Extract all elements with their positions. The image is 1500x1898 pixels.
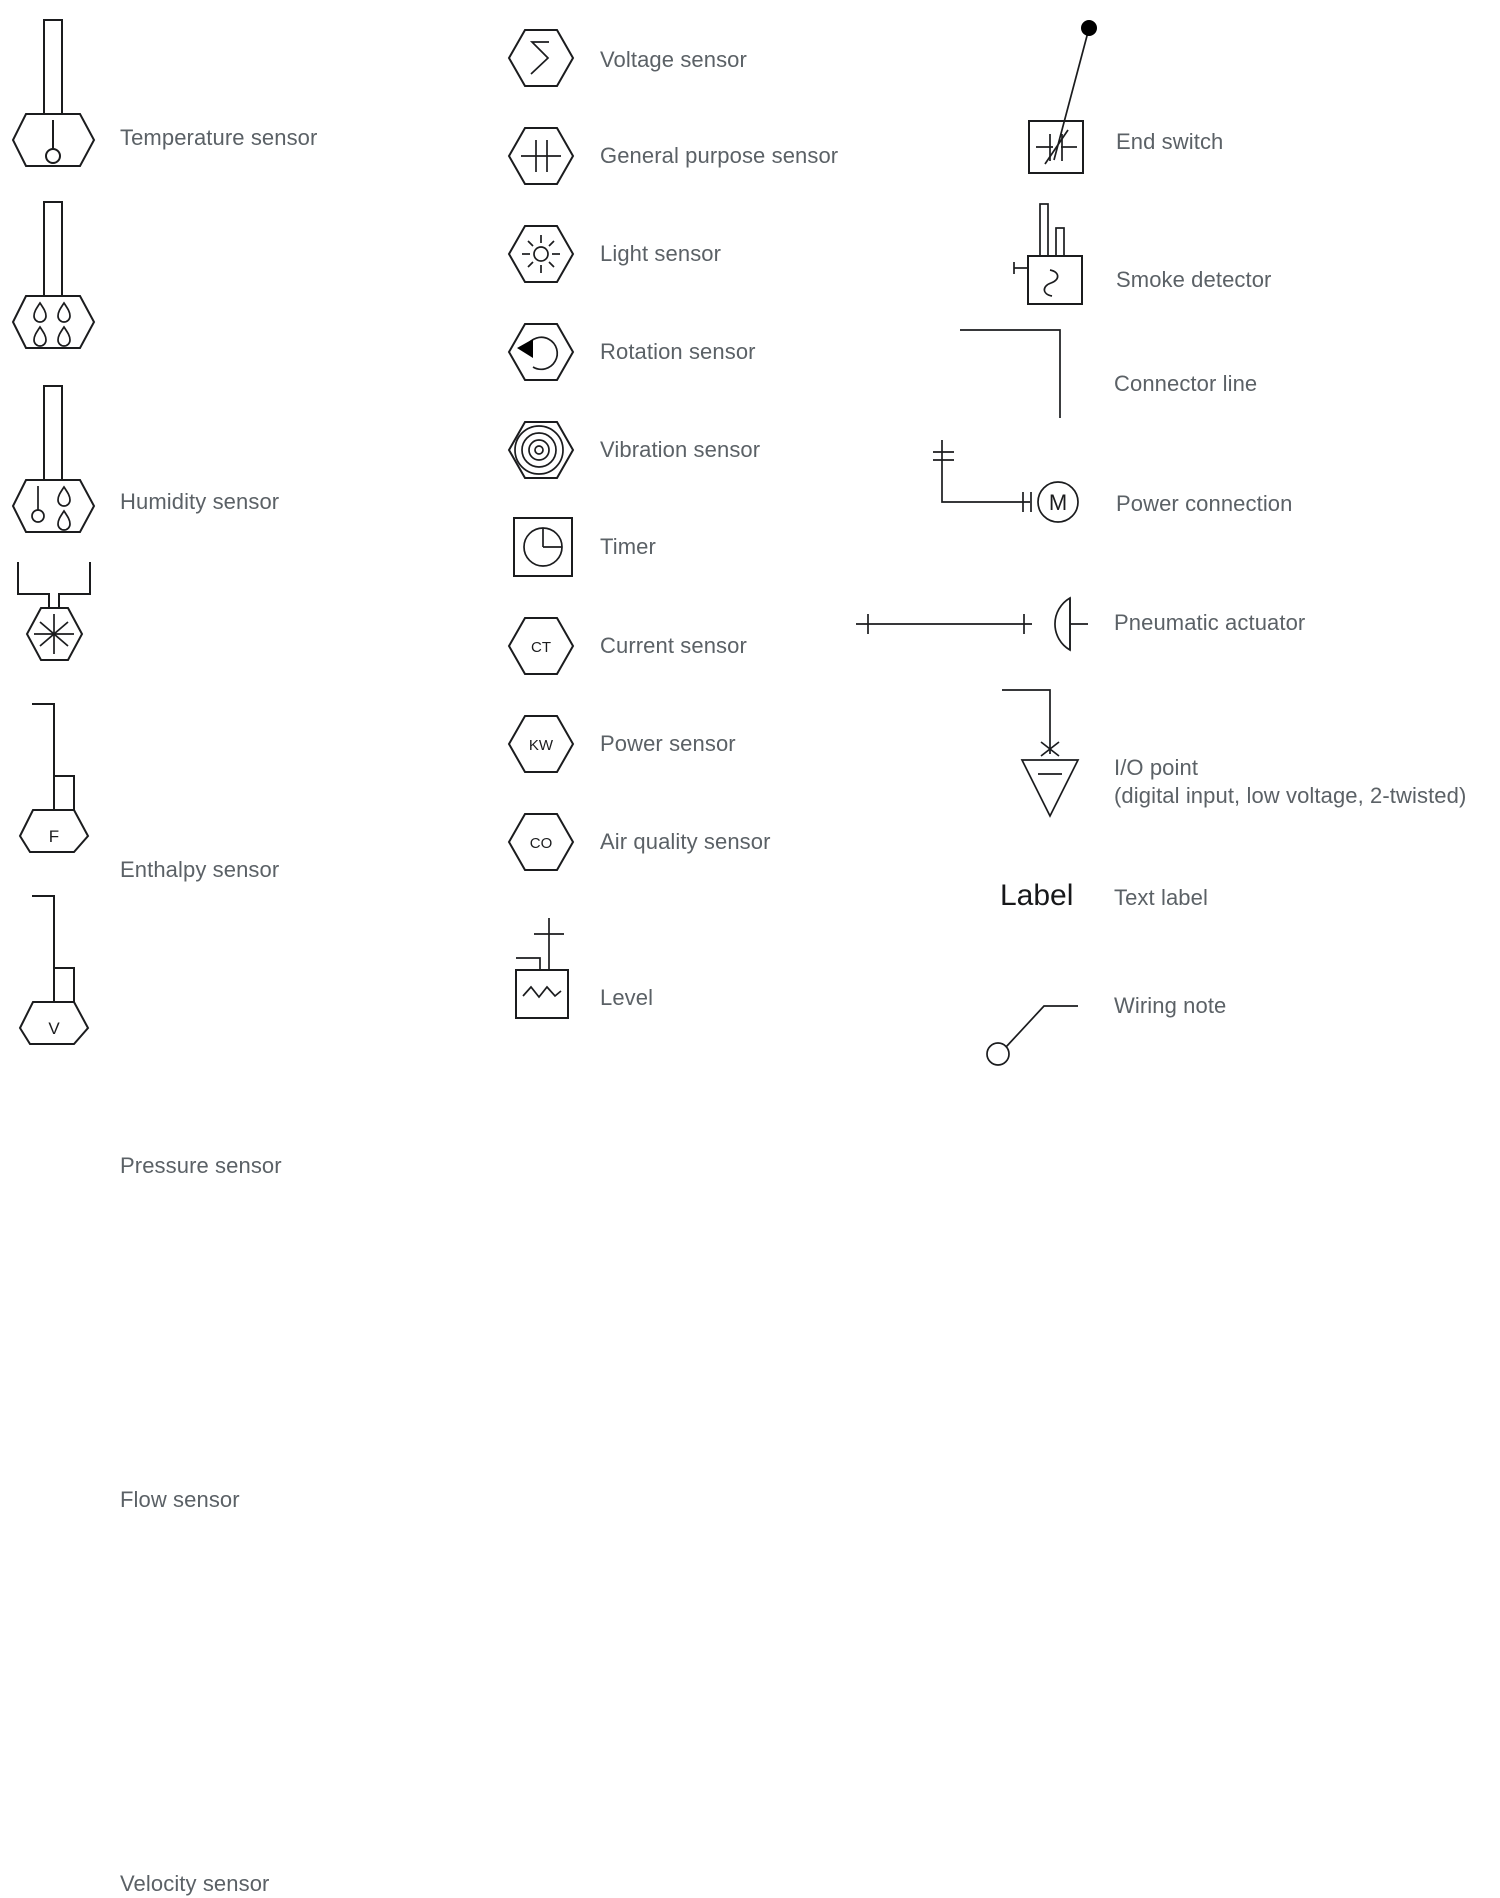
power-sensor-icon: KW <box>505 708 577 780</box>
velocity-sensor-inner-letter: V <box>48 1019 60 1038</box>
rotation-sensor-icon <box>505 316 577 388</box>
temperature-sensor-label: Temperature sensor <box>120 125 318 150</box>
power-sensor-label: Power sensor <box>600 731 736 756</box>
wiring-note-icon <box>986 972 1156 1068</box>
end-switch-label: End switch <box>1116 129 1224 154</box>
legend-item-power-sensor[interactable]: KW Power sensor <box>505 708 925 780</box>
legend-item-enthalpy-sensor[interactable]: Enthalpy sensor <box>11 382 352 882</box>
legend-item-text-label[interactable]: Label Text label <box>1000 876 1460 922</box>
pneumatic-actuator-label: Pneumatic actuator <box>1114 610 1306 635</box>
timer-icon <box>512 516 574 578</box>
flow-sensor-label: Flow sensor <box>120 1487 240 1512</box>
general-purpose-sensor-label: General purpose sensor <box>600 143 839 168</box>
level-label: Level <box>600 985 654 1010</box>
timer-label: Timer <box>600 534 656 559</box>
io-point-icon <box>1000 686 1110 822</box>
legend-item-voltage-sensor[interactable]: Voltage sensor <box>505 22 925 94</box>
general-purpose-sensor-icon <box>505 120 577 192</box>
connector-line-icon <box>958 326 1098 422</box>
light-sensor-icon <box>505 218 577 290</box>
current-sensor-inner-text: CT <box>531 639 551 656</box>
wiring-note-label: Wiring note <box>1114 993 1227 1018</box>
legend-item-level[interactable]: Level <box>512 912 932 1022</box>
symbol-legend-sheet: Temperature sensor Humidity sensor Entha… <box>0 0 1500 1896</box>
power-connection-icon: M <box>930 432 1090 528</box>
light-sensor-label: Light sensor <box>600 241 722 266</box>
enthalpy-sensor-icon <box>11 382 102 533</box>
power-sensor-inner-text: KW <box>529 737 554 754</box>
legend-item-smoke-detector[interactable]: Smoke detector <box>1004 196 1464 306</box>
velocity-sensor-label: Velocity sensor <box>120 1871 270 1896</box>
pneumatic-actuator-icon <box>852 586 1092 666</box>
legend-item-vibration-sensor[interactable]: Vibration sensor <box>505 414 925 486</box>
legend-item-wiring-note[interactable]: Wiring note <box>986 972 1466 1068</box>
voltage-sensor-icon <box>505 22 577 94</box>
connector-line-label: Connector line <box>1114 371 1258 396</box>
air-quality-sensor-inner-text: CO <box>530 835 553 852</box>
current-sensor-icon: CT <box>505 610 577 682</box>
current-sensor-label: Current sensor <box>600 633 747 658</box>
power-connection-motor-letter: M <box>1049 490 1067 515</box>
io-point-label: I/O point (digital input, low voltage, 2… <box>1114 755 1467 808</box>
temperature-sensor-icon <box>11 16 102 167</box>
smoke-detector-label: Smoke detector <box>1116 267 1272 292</box>
flow-sensor-inner-letter: F <box>49 827 59 846</box>
humidity-sensor-icon <box>11 198 102 349</box>
legend-item-timer[interactable]: Timer <box>512 516 932 578</box>
flow-sensor-icon: F <box>12 700 108 853</box>
legend-item-io-point[interactable]: I/O point (digital input, low voltage, 2… <box>1000 686 1500 822</box>
vibration-sensor-label: Vibration sensor <box>600 437 761 462</box>
legend-item-end-switch[interactable]: End switch <box>1020 18 1480 174</box>
level-icon <box>512 912 582 1022</box>
voltage-sensor-label: Voltage sensor <box>600 47 747 72</box>
legend-item-air-quality-sensor[interactable]: CO Air quality sensor <box>505 806 925 878</box>
legend-item-flow-sensor[interactable]: F Flow sensor <box>12 700 352 1512</box>
legend-item-temperature-sensor[interactable]: Temperature sensor <box>11 16 352 167</box>
pressure-sensor-label: Pressure sensor <box>120 1153 282 1178</box>
air-quality-sensor-label: Air quality sensor <box>600 829 771 854</box>
legend-item-general-purpose-sensor[interactable]: General purpose sensor <box>505 120 925 192</box>
text-label-label: Text label <box>1114 885 1208 910</box>
legend-item-power-connection[interactable]: M Power connection <box>930 432 1490 528</box>
legend-item-rotation-sensor[interactable]: Rotation sensor <box>505 316 925 388</box>
legend-item-humidity-sensor[interactable]: Humidity sensor <box>11 198 352 514</box>
power-connection-label: Power connection <box>1116 491 1293 516</box>
pressure-sensor-icon <box>12 558 108 670</box>
legend-item-light-sensor[interactable]: Light sensor <box>505 218 925 290</box>
air-quality-sensor-icon: CO <box>505 806 577 878</box>
rotation-sensor-label: Rotation sensor <box>600 339 756 364</box>
legend-item-pressure-sensor[interactable]: Pressure sensor <box>12 558 352 1178</box>
enthalpy-sensor-label: Enthalpy sensor <box>120 857 280 882</box>
legend-item-pneumatic-actuator[interactable]: Pneumatic actuator <box>852 586 1492 666</box>
legend-item-velocity-sensor[interactable]: V Velocity sensor <box>12 892 352 1896</box>
velocity-sensor-icon: V <box>12 892 108 1045</box>
smoke-detector-icon <box>1004 196 1114 306</box>
vibration-sensor-icon <box>505 414 577 486</box>
legend-item-connector-line[interactable]: Connector line <box>958 326 1478 422</box>
text-label-sample: Label <box>1000 879 1074 912</box>
